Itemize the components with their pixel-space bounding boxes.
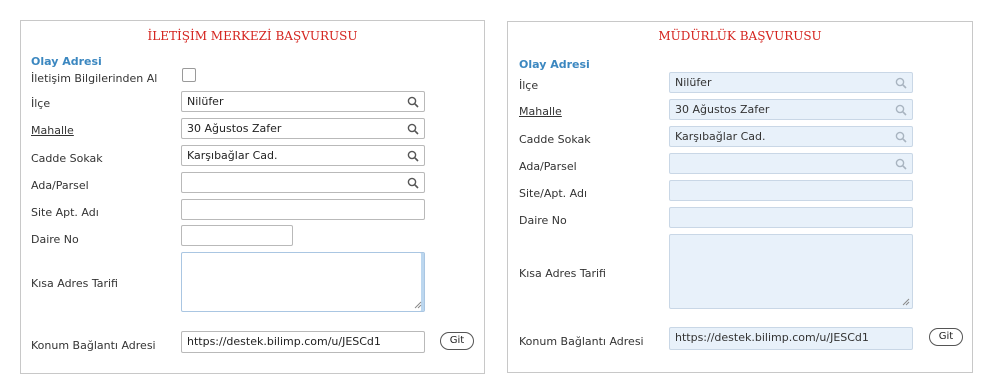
- short-desc-label: Kısa Adres Tarifi: [519, 267, 606, 280]
- door-field[interactable]: [669, 207, 913, 228]
- search-icon: [895, 158, 907, 170]
- short-desc-textarea[interactable]: [181, 252, 425, 312]
- search-icon[interactable]: [407, 177, 419, 189]
- site-label: Site Apt. Adı: [31, 206, 99, 219]
- district-value: Nilüfer: [187, 95, 224, 108]
- street-label: Cadde Sokak: [519, 133, 591, 146]
- site-label: Site/Apt. Adı: [519, 187, 588, 200]
- door-field[interactable]: [181, 225, 293, 246]
- street-field[interactable]: Karşıbağlar Cad.: [669, 126, 913, 147]
- section-title: Olay Adresi: [31, 55, 102, 68]
- neighborhood-value: 30 Ağustos Zafer: [187, 122, 282, 135]
- go-button[interactable]: Git: [929, 328, 963, 346]
- search-icon[interactable]: [407, 96, 419, 108]
- district-label: İlçe: [519, 79, 539, 92]
- neighborhood-value: 30 Ağustos Zafer: [675, 103, 770, 116]
- site-field[interactable]: [181, 199, 425, 220]
- street-field[interactable]: Karşıbağlar Cad.: [181, 145, 425, 166]
- search-icon[interactable]: [407, 150, 419, 162]
- parcel-field[interactable]: [669, 153, 913, 174]
- directorate-panel: MÜDÜRLÜK BAŞVURUSU Olay Adresi İlçe Nilü…: [507, 21, 973, 373]
- street-value: Karşıbağlar Cad.: [675, 130, 766, 143]
- location-field[interactable]: https://destek.bilimp.com/u/JESCd1: [669, 327, 913, 350]
- location-label: Konum Bağlantı Adresi: [519, 335, 644, 348]
- street-value: Karşıbağlar Cad.: [187, 149, 278, 162]
- neighborhood-field[interactable]: 30 Ağustos Zafer: [181, 118, 425, 139]
- neighborhood-field[interactable]: 30 Ağustos Zafer: [669, 99, 913, 120]
- location-value: https://destek.bilimp.com/u/JESCd1: [187, 335, 381, 348]
- short-desc-textarea[interactable]: [669, 234, 913, 309]
- location-label: Konum Bağlantı Adresi: [31, 339, 156, 352]
- door-label: Daire No: [519, 214, 567, 227]
- search-icon: [895, 131, 907, 143]
- resize-grip-icon[interactable]: [414, 301, 422, 309]
- contact-center-panel: İLETİŞİM MERKEZİ BAŞVURUSU Olay Adresi İ…: [20, 20, 485, 374]
- resize-grip-icon[interactable]: [902, 298, 910, 306]
- panel-title: MÜDÜRLÜK BAŞVURUSU: [658, 29, 822, 43]
- parcel-label: Ada/Parsel: [31, 179, 89, 192]
- parcel-label: Ada/Parsel: [519, 160, 577, 173]
- district-field[interactable]: Nilüfer: [181, 91, 425, 112]
- go-button[interactable]: Git: [440, 332, 474, 350]
- search-icon: [895, 104, 907, 116]
- search-icon[interactable]: [407, 123, 419, 135]
- site-field[interactable]: [669, 180, 913, 201]
- street-label: Cadde Sokak: [31, 152, 103, 165]
- door-label: Daire No: [31, 233, 79, 246]
- location-field[interactable]: https://destek.bilimp.com/u/JESCd1: [181, 331, 425, 353]
- parcel-field[interactable]: [181, 172, 425, 193]
- neighborhood-label[interactable]: Mahalle: [31, 124, 74, 137]
- district-label: İlçe: [31, 97, 51, 110]
- contact-info-checkbox[interactable]: [182, 68, 196, 82]
- section-title: Olay Adresi: [519, 58, 590, 71]
- panel-title: İLETİŞİM MERKEZİ BAŞVURUSU: [147, 29, 358, 43]
- short-desc-label: Kısa Adres Tarifi: [31, 277, 118, 290]
- search-icon: [895, 77, 907, 89]
- district-value: Nilüfer: [675, 76, 712, 89]
- district-field[interactable]: Nilüfer: [669, 72, 913, 93]
- neighborhood-label[interactable]: Mahalle: [519, 105, 562, 118]
- contact-info-label: İletişim Bilgilerinden Al: [31, 72, 158, 85]
- location-value: https://destek.bilimp.com/u/JESCd1: [675, 331, 869, 344]
